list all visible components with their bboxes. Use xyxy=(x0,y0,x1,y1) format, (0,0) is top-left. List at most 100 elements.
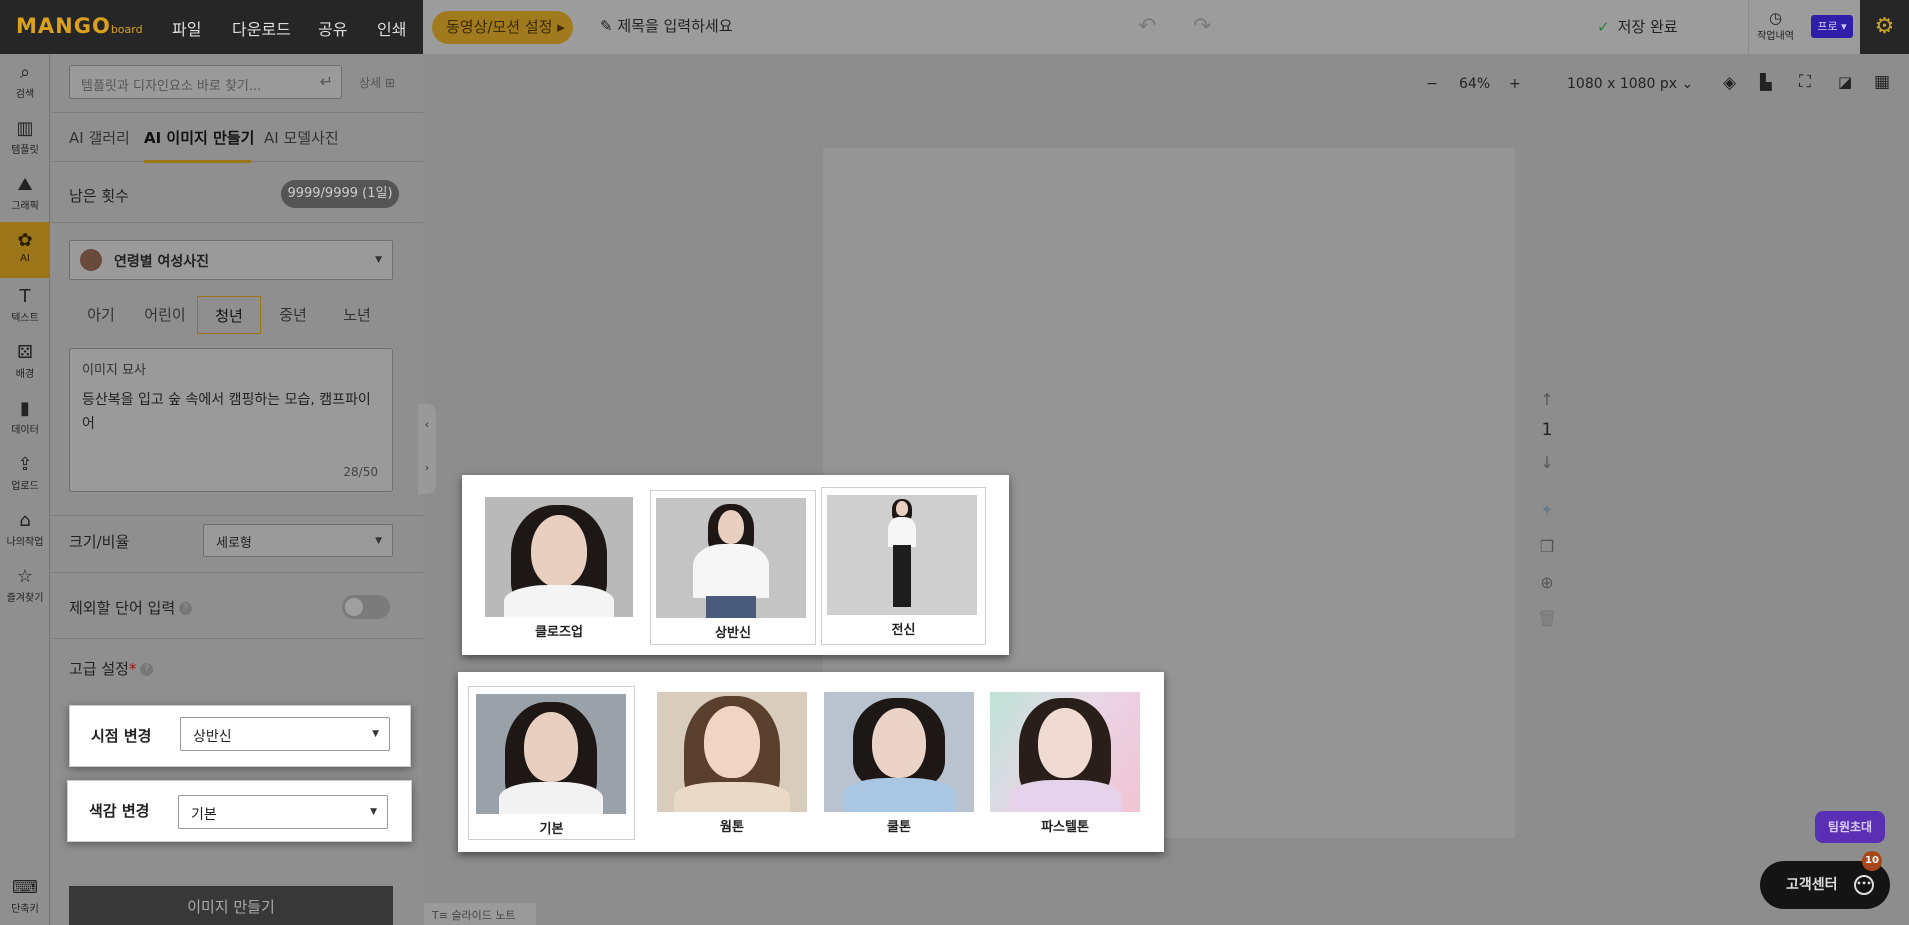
viewpoint-label: 시점 변경 xyxy=(91,727,152,745)
tone-option-label: 쿨톤 xyxy=(887,820,911,835)
ratio-icon[interactable]: ◪ xyxy=(1838,73,1852,91)
sidebar-item-shortcuts[interactable]: ⌨ 단축키 xyxy=(0,869,50,925)
tab-ai-gallery[interactable]: AI 갤러리 xyxy=(69,127,130,148)
exclude-toggle[interactable] xyxy=(342,595,390,619)
save-status: ✓ 저장 완료 xyxy=(1597,16,1678,37)
chevron-right-icon: › xyxy=(424,461,430,474)
sidebar-item-text[interactable]: T 텍스트 xyxy=(0,278,50,334)
template-icon: ▥ xyxy=(16,118,34,139)
pencil-icon: ✎ xyxy=(600,17,618,35)
sidebar-item-upload[interactable]: ⇪ 업로드 xyxy=(0,446,50,502)
star-icon: ☆ xyxy=(16,566,34,587)
viewpoint-option-full-body[interactable]: 전신 xyxy=(821,487,986,645)
grid-icon[interactable]: ▦ xyxy=(1874,72,1890,92)
magic-icon[interactable]: ✦ xyxy=(1537,500,1557,519)
help-icon[interactable]: ? xyxy=(179,602,193,615)
tone-option-cool[interactable]: 쿨톤 xyxy=(823,692,975,840)
team-invite-button[interactable]: 팀원초대 xyxy=(1815,811,1885,843)
ratio-value: 세로형 xyxy=(216,536,252,551)
chevron-left-icon: ‹ xyxy=(424,418,430,431)
age-option-baby[interactable]: 아기 xyxy=(69,296,133,334)
detail-search-button[interactable]: 상세 ⊞ xyxy=(359,74,395,91)
sidebar-item-search[interactable]: ⌕ 검색 xyxy=(0,54,50,110)
sidebar-item-template[interactable]: ▥ 템플릿 xyxy=(0,110,50,166)
zoom-out-button[interactable]: − xyxy=(1426,76,1438,92)
make-image-button[interactable]: 이미지 만들기 xyxy=(69,886,393,925)
duplicate-icon[interactable]: ❐ xyxy=(1537,537,1557,556)
active-tab-indicator xyxy=(144,160,251,163)
sidebar-item-ai[interactable]: ✿ AI xyxy=(0,222,50,278)
age-selector: 아기 어린이 청년 중년 노년 xyxy=(69,296,389,334)
panel-collapse-handle[interactable]: ‹ › xyxy=(418,404,436,494)
history-button[interactable]: ◷ 작업내역 xyxy=(1748,0,1802,54)
tab-ai-image-make[interactable]: AI 이미지 만들기 xyxy=(144,127,254,148)
trash-icon[interactable]: 🗑 xyxy=(1537,609,1557,628)
canvas-size-select[interactable]: 1080 x 1080 px ⌄ xyxy=(1567,76,1693,92)
logo-main-text: MANGO xyxy=(16,14,111,38)
menu-file[interactable]: 파일 xyxy=(172,16,201,40)
search-icon: ⌕ xyxy=(19,62,31,83)
pro-badge[interactable]: 프로 ▾ xyxy=(1811,15,1853,38)
sidebar-item-background[interactable]: ⚄ 배경 xyxy=(0,334,50,390)
layers-icon[interactable]: ◈ xyxy=(1723,73,1736,93)
help-center-button[interactable]: 고객센터 ••• 10 xyxy=(1760,851,1890,909)
ratio-select[interactable]: 세로형 ▼ xyxy=(203,524,393,557)
redo-icon[interactable]: ↷ xyxy=(1193,14,1211,39)
age-option-child[interactable]: 어린이 xyxy=(133,296,197,334)
avatar xyxy=(80,249,102,271)
zoom-in-button[interactable]: + xyxy=(1509,76,1521,92)
tab-ai-model-photo[interactable]: AI 모델사진 xyxy=(264,127,339,148)
arrow-up-icon[interactable]: ↑ xyxy=(1537,390,1557,409)
graphic-icon: ⛰ xyxy=(17,174,33,195)
tone-options-card: 기본 웜톤 쿨톤 파스텔톤 xyxy=(458,672,1164,852)
tone-option-basic[interactable]: 기본 xyxy=(468,686,635,840)
slide-note-tab[interactable]: T≡ 슬라이드 노트 xyxy=(424,903,536,925)
viewpoint-select[interactable]: 상반신 ▼ xyxy=(180,717,390,751)
zoom-value[interactable]: 64% xyxy=(1459,76,1490,92)
sidebar-item-data[interactable]: ▮ 데이터 xyxy=(0,390,50,446)
description-textarea[interactable]: 이미지 묘사 등산복을 입고 숲 속에서 캠핑하는 모습, 캠프파이어 28/5… xyxy=(69,348,393,492)
cool-tone-image xyxy=(824,692,974,812)
chevron-down-icon: ▼ xyxy=(375,255,382,265)
description-count: 28/50 xyxy=(343,465,378,479)
sidebar-item-favorites[interactable]: ☆ 즐겨찾기 xyxy=(0,558,50,614)
age-option-middle[interactable]: 중년 xyxy=(261,296,325,334)
age-option-senior[interactable]: 노년 xyxy=(325,296,389,334)
gear-icon[interactable]: ⚙ xyxy=(1860,0,1909,54)
background-icon: ⚄ xyxy=(17,342,33,363)
sidebar-item-my-work[interactable]: ⌂ 나의작업 xyxy=(0,502,50,558)
divider xyxy=(51,638,423,639)
menu-share[interactable]: 공유 xyxy=(318,16,347,40)
help-center-label: 고객센터 xyxy=(1786,877,1838,893)
sidebar-label: 나의작업 xyxy=(6,537,44,548)
help-icon[interactable]: ? xyxy=(140,663,154,676)
viewpoint-option-closeup[interactable]: 클로즈업 xyxy=(483,497,635,645)
tone-option-label: 기본 xyxy=(539,822,564,837)
slide-note-label: 슬라이드 노트 xyxy=(451,909,516,922)
tone-option-warm[interactable]: 웜톤 xyxy=(656,692,808,840)
undo-icon[interactable]: ↶ xyxy=(1138,14,1156,39)
logo[interactable]: MANGOboard xyxy=(16,14,143,38)
menu-download[interactable]: 다운로드 xyxy=(232,16,291,40)
divider xyxy=(51,222,423,223)
viewpoint-option-upper-body[interactable]: 상반신 xyxy=(650,490,816,645)
viewpoint-popup: 시점 변경 상반신 ▼ xyxy=(69,705,411,767)
crop-icon[interactable]: ⛶ xyxy=(1799,72,1811,92)
chevron-down-icon: ▼ xyxy=(372,729,379,739)
model-select[interactable]: 연령별 여성사진 ▼ xyxy=(69,240,393,280)
ruler-icon[interactable]: ▙ xyxy=(1760,73,1772,91)
age-option-youth[interactable]: 청년 xyxy=(197,296,261,334)
data-icon: ▮ xyxy=(20,398,30,419)
arrow-down-icon[interactable]: ↓ xyxy=(1537,453,1557,472)
remaining-badge: 9999/9999 (1일) xyxy=(281,180,399,208)
search-placeholder: 템플릿과 디자인요소 바로 찾기... xyxy=(81,79,262,94)
menu-print[interactable]: 인쇄 xyxy=(377,16,406,40)
color-tone-select[interactable]: 기본 ▼ xyxy=(178,795,388,829)
logo-sub-text: board xyxy=(110,23,143,36)
motion-settings-button[interactable]: 동영상/모션 설정 ▸ xyxy=(432,11,573,44)
search-input[interactable]: 템플릿과 디자인요소 바로 찾기... ↵ xyxy=(69,65,342,99)
title-input[interactable]: ✎ 제목을 입력하세요 xyxy=(600,15,733,36)
sidebar-item-graphic[interactable]: ⛰ 그래픽 xyxy=(0,166,50,222)
add-page-icon[interactable]: ⊕ xyxy=(1537,573,1557,592)
tone-option-pastel[interactable]: 파스텔톤 xyxy=(989,692,1141,840)
